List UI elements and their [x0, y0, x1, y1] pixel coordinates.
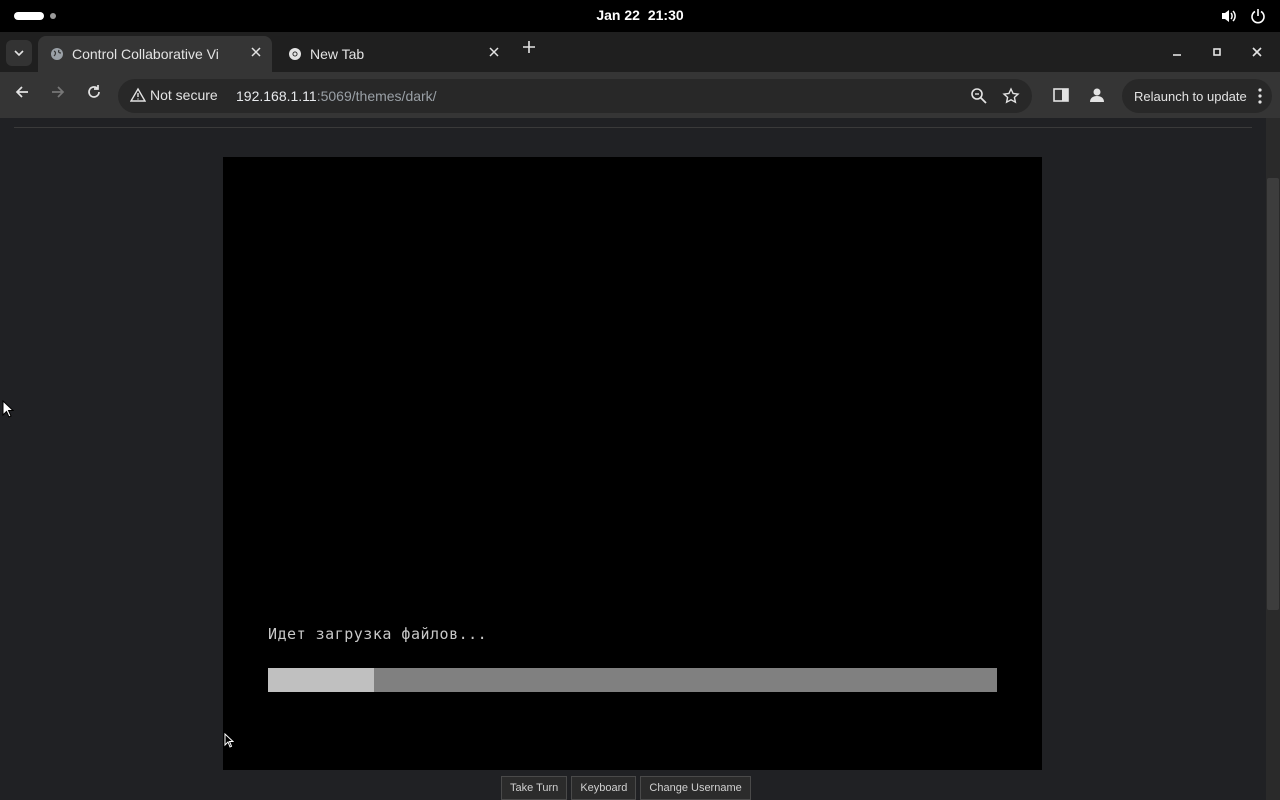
- plus-icon[interactable]: [522, 40, 536, 54]
- chrome-icon: [289, 48, 301, 60]
- volume-icon[interactable]: [1220, 7, 1238, 25]
- tab-strip: Control Collaborative Vi New Tab: [0, 32, 1280, 72]
- chevron-down-icon: [14, 50, 24, 57]
- warning-icon: [130, 87, 146, 102]
- progress-fill: [268, 668, 374, 692]
- reload-icon[interactable]: [86, 84, 102, 100]
- side-panel-icon[interactable]: [1052, 86, 1070, 104]
- url-path: :5069/themes/dark/: [316, 88, 437, 104]
- system-tray[interactable]: [1220, 7, 1266, 25]
- close-icon[interactable]: [250, 46, 262, 58]
- relaunch-to-update-button[interactable]: Relaunch to update: [1122, 79, 1272, 113]
- window-close-icon[interactable]: [1251, 46, 1263, 58]
- security-label: Not secure: [150, 87, 218, 103]
- more-menu-icon[interactable]: [1258, 88, 1262, 104]
- bookmark-star-icon[interactable]: [1002, 87, 1020, 105]
- clock-time: 21:30: [647, 7, 684, 23]
- tab-title: New Tab: [310, 46, 365, 62]
- globe-icon: [51, 48, 63, 60]
- address-bar[interactable]: Not secure 192.168.1.11:5069/themes/dark…: [118, 79, 1032, 113]
- security-chip[interactable]: Not secure: [130, 87, 218, 103]
- browser-toolbar: Not secure 192.168.1.11:5069/themes/dark…: [0, 72, 1280, 118]
- minimize-icon[interactable]: [1171, 46, 1183, 58]
- maximize-icon[interactable]: [1211, 46, 1223, 58]
- power-icon[interactable]: [1250, 8, 1266, 24]
- tab-search-button[interactable]: [6, 40, 32, 66]
- zoom-icon[interactable]: [970, 87, 988, 105]
- back-icon[interactable]: [14, 84, 30, 100]
- change-username-button[interactable]: Change Username: [640, 776, 751, 800]
- profile-icon[interactable]: [1088, 86, 1106, 104]
- tab-new-tab[interactable]: New Tab: [276, 36, 510, 72]
- clock[interactable]: Jan 22 21:30: [0, 7, 1280, 23]
- vm-display[interactable]: Идет загрузка файлов...: [223, 157, 1042, 770]
- keyboard-button[interactable]: Keyboard: [571, 776, 637, 800]
- system-top-bar: Jan 22 21:30: [0, 0, 1280, 32]
- forward-icon[interactable]: [50, 84, 66, 100]
- scrollbar-thumb[interactable]: [1267, 178, 1279, 610]
- loading-progress-bar: [268, 668, 997, 692]
- relaunch-label: Relaunch to update: [1134, 88, 1247, 104]
- url-host: 192.168.1.11: [236, 88, 317, 104]
- vm-controls: Take Turn Keyboard Change Username: [501, 776, 751, 800]
- close-icon[interactable]: [488, 46, 500, 58]
- mouse-cursor-icon: [2, 400, 14, 418]
- tab-control-collaborative[interactable]: Control Collaborative Vi: [38, 36, 272, 72]
- clock-date: Jan 22: [596, 7, 640, 23]
- divider: [14, 127, 1252, 128]
- take-turn-button[interactable]: Take Turn: [501, 776, 568, 800]
- loading-status-text: Идет загрузка файлов...: [268, 625, 488, 643]
- tab-title: Control Collaborative Vi: [72, 46, 219, 62]
- url-text[interactable]: 192.168.1.11:5069/themes/dark/: [236, 88, 437, 104]
- vm-cursor-icon: [224, 733, 234, 748]
